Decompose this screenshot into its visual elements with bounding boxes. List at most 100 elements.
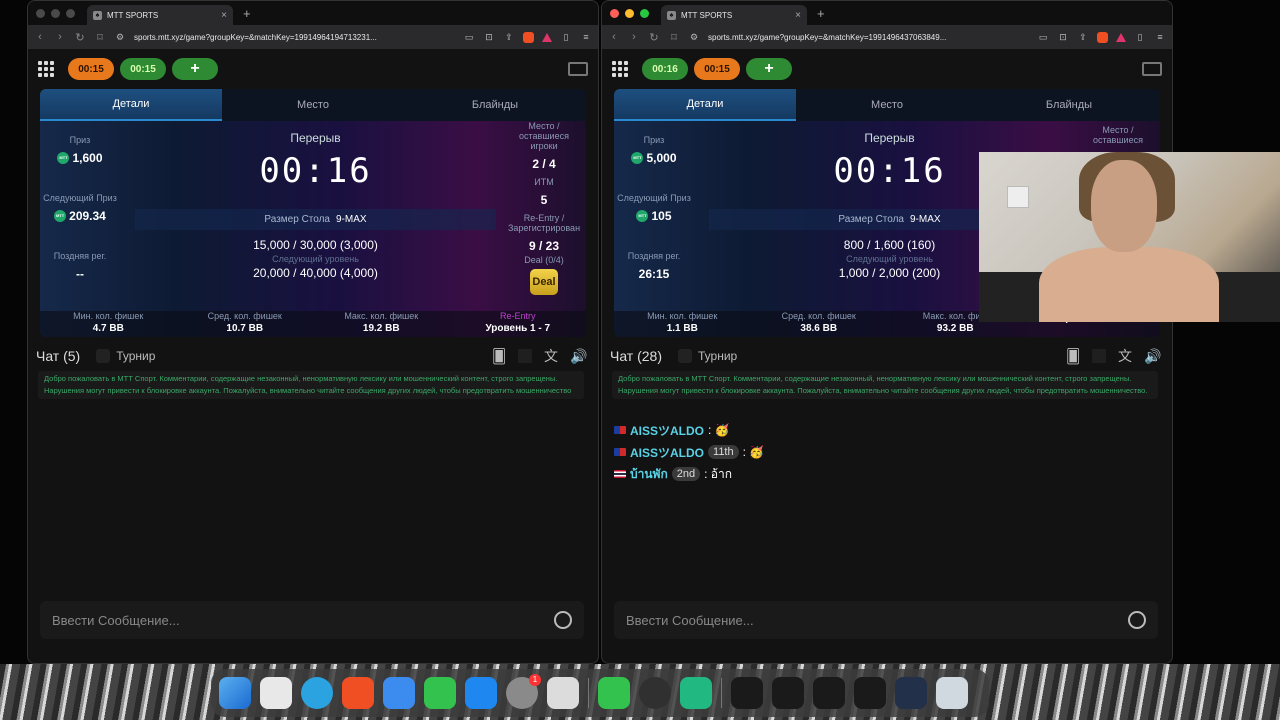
chat-username[interactable]: AISSツALDO <box>630 444 704 461</box>
browser-tab[interactable]: ♠ MTT SPORTS × <box>87 5 233 25</box>
tab-blinds[interactable]: Блайнды <box>978 89 1160 121</box>
message-placeholder: Ввести Сообщение... <box>626 612 754 628</box>
chat-username[interactable]: บ้านพัก <box>630 465 668 484</box>
card-icon[interactable]: 🂠 <box>1064 347 1082 365</box>
browser-window-left: ♠ MTT SPORTS × + ‹ › ↻ ⌑ ⚙ sports.mtt.xy… <box>27 0 599 664</box>
minimized-window-1[interactable] <box>731 677 763 709</box>
table-size: Размер Стола 9-MAX <box>135 209 496 230</box>
toggle-icon[interactable] <box>1092 349 1106 363</box>
prize-column: Приз MTT 1,600 Следующий Приз MTT 209.34 П… <box>40 121 120 313</box>
window-controls[interactable] <box>36 8 75 18</box>
forward-icon[interactable]: › <box>628 31 640 43</box>
apps-grid-icon[interactable] <box>38 61 54 77</box>
chat-header: Чат (5) Турнир 🂠 文 🔊 <box>36 345 588 367</box>
back-icon[interactable]: ‹ <box>34 31 46 43</box>
site-info-icon[interactable]: ⚙ <box>114 32 126 43</box>
tab-blinds[interactable]: Блайнды <box>404 89 586 121</box>
close-tab-icon[interactable]: × <box>221 10 227 21</box>
telegram-icon[interactable] <box>301 677 333 709</box>
obs-icon[interactable] <box>639 677 671 709</box>
translate-icon[interactable]: 文 <box>1116 347 1134 365</box>
chat-username[interactable]: AISSツALDO <box>630 422 704 439</box>
speaker-icon[interactable]: 🔊 <box>1144 347 1162 365</box>
system-settings-icon[interactable]: 1 <box>506 674 541 709</box>
chat-message: AISSツALDO : 🥳 <box>614 419 1158 441</box>
emoji-icon[interactable] <box>554 611 572 629</box>
table-timer-pill[interactable]: 00:16 <box>642 58 688 80</box>
brave-rewards-icon[interactable] <box>1116 32 1126 42</box>
url-field[interactable]: sports.mtt.xyz/game?groupKey=&matchKey=1… <box>134 33 455 42</box>
reload-icon[interactable]: ↻ <box>74 31 86 44</box>
min-stack: Мин. кол. фишек 1.1 BB <box>647 311 718 334</box>
minimized-window-3[interactable] <box>813 677 845 709</box>
minimized-window-4[interactable] <box>854 677 886 709</box>
chat-text: : 🥳 <box>742 445 765 459</box>
tab-place[interactable]: Место <box>222 89 404 121</box>
tab-place[interactable]: Место <box>796 89 978 121</box>
speaker-icon[interactable]: 🔊 <box>570 347 588 365</box>
lock-icon[interactable]: ⊡ <box>1057 32 1069 43</box>
message-input[interactable]: Ввести Сообщение... <box>40 601 584 639</box>
sidebar-icon[interactable]: ▯ <box>1134 32 1146 43</box>
card-icon[interactable]: 🂠 <box>490 347 508 365</box>
game-topbar: 00:16 00:15 + <box>602 49 1172 89</box>
add-table-button[interactable]: + <box>746 58 792 80</box>
chat-text: : อ้าก <box>704 466 732 481</box>
window-mode-icon[interactable] <box>1142 62 1162 76</box>
phone-icon[interactable] <box>598 677 630 709</box>
facetime-icon[interactable] <box>424 677 456 709</box>
menu-icon[interactable]: ≡ <box>580 32 592 42</box>
game-app-icon[interactable] <box>680 677 712 709</box>
share-icon[interactable]: ⇪ <box>503 32 515 43</box>
new-tab-icon[interactable]: + <box>243 6 251 21</box>
add-table-button[interactable]: + <box>172 58 218 80</box>
cast-icon[interactable]: ▭ <box>463 32 475 43</box>
brave-icon[interactable] <box>342 677 374 709</box>
share-icon[interactable]: ⇪ <box>1077 32 1089 43</box>
browser-tab[interactable]: ♠ MTT SPORTS × <box>661 5 807 25</box>
chat-title: Чат (5) <box>36 348 81 364</box>
toggle-icon[interactable] <box>518 349 532 363</box>
sidebar-icon[interactable]: ▯ <box>560 32 572 43</box>
apps-grid-icon[interactable] <box>612 61 628 77</box>
table-timer-pill[interactable]: 00:15 <box>68 58 114 80</box>
menu-icon[interactable]: ≡ <box>1154 32 1166 42</box>
minimized-window-2[interactable] <box>772 677 804 709</box>
window-mode-icon[interactable] <box>568 62 588 76</box>
minimized-window-5[interactable] <box>895 677 927 709</box>
message-input[interactable]: Ввести Сообщение... <box>614 601 1158 639</box>
new-tab-icon[interactable]: + <box>817 6 825 21</box>
forward-icon[interactable]: › <box>54 31 66 43</box>
table-timer-pill[interactable]: 00:15 <box>120 58 166 80</box>
lock-icon[interactable]: ⊡ <box>483 32 495 43</box>
translate-icon[interactable]: 文 <box>542 347 560 365</box>
late-reg-value: 26:15 <box>638 267 670 281</box>
close-tab-icon[interactable]: × <box>795 10 801 21</box>
url-field[interactable]: sports.mtt.xyz/game?groupKey=&matchKey=1… <box>708 33 1029 42</box>
brave-rewards-icon[interactable] <box>542 32 552 42</box>
mail-icon[interactable] <box>383 677 415 709</box>
bookmark-icon[interactable]: ⌑ <box>668 31 680 44</box>
brave-shields-icon[interactable] <box>523 31 534 43</box>
tab-details[interactable]: Детали <box>40 89 222 121</box>
emoji-icon[interactable] <box>1128 611 1146 629</box>
iphone-mirroring-icon[interactable] <box>547 677 579 709</box>
table-timer-pill[interactable]: 00:15 <box>694 58 740 80</box>
cast-icon[interactable]: ▭ <box>1037 32 1049 43</box>
deal-button[interactable]: Deal <box>530 269 558 295</box>
window-controls[interactable] <box>610 8 649 18</box>
back-icon[interactable]: ‹ <box>608 31 620 43</box>
finder-icon[interactable] <box>219 677 251 709</box>
launchpad-icon[interactable] <box>260 677 292 709</box>
app-store-icon[interactable] <box>465 677 497 709</box>
reload-icon[interactable]: ↻ <box>648 31 660 44</box>
min-stack: Мин. кол. фишек 4.7 BB <box>73 311 144 334</box>
tournament-checkbox[interactable] <box>96 349 111 363</box>
brave-shields-icon[interactable] <box>1097 31 1108 43</box>
tournament-checkbox[interactable] <box>678 349 693 363</box>
trash-icon[interactable] <box>936 677 968 709</box>
bookmark-icon[interactable]: ⌑ <box>94 31 106 44</box>
next-prize-label: Следующий Приз <box>617 193 691 203</box>
site-info-icon[interactable]: ⚙ <box>688 32 700 43</box>
tab-details[interactable]: Детали <box>614 89 796 121</box>
